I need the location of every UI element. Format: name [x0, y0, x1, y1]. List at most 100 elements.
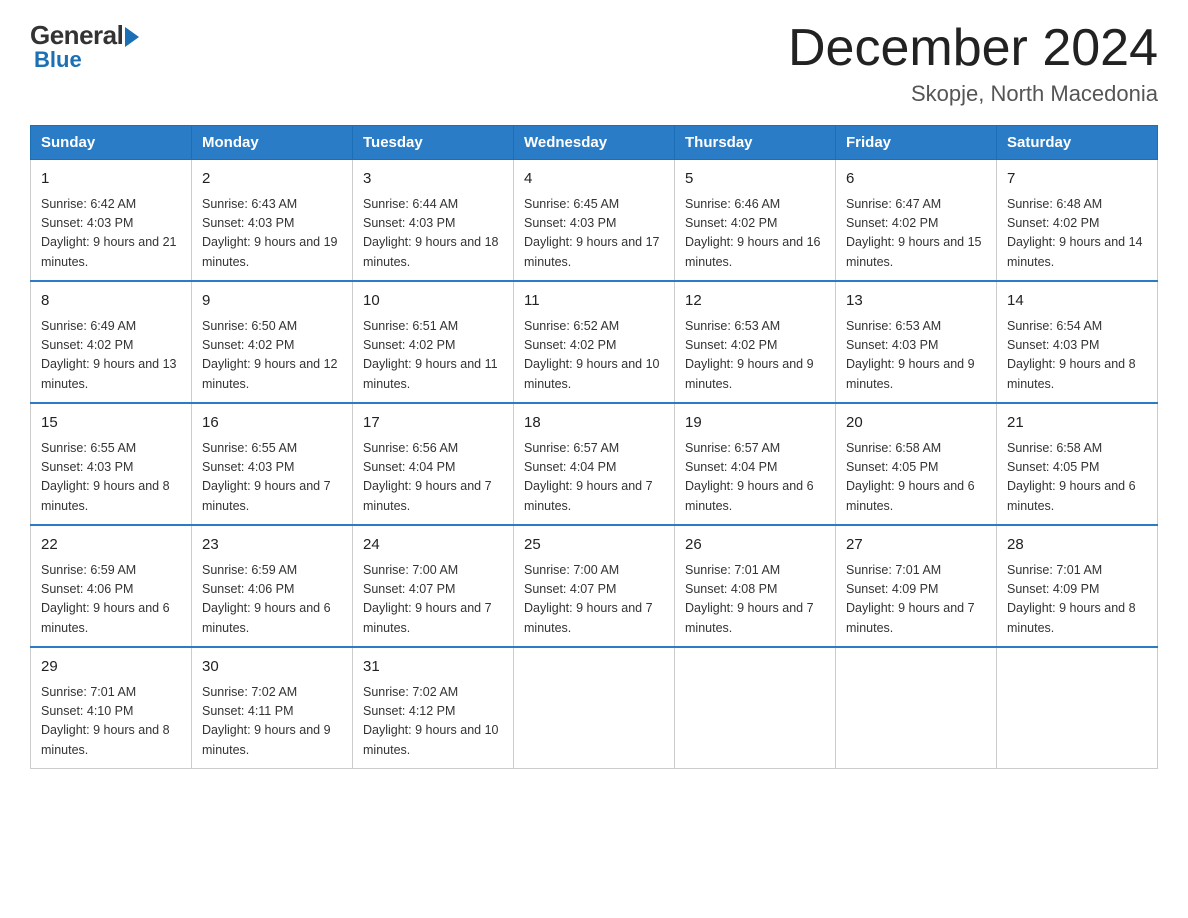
day-cell: 9 Sunrise: 6:50 AMSunset: 4:02 PMDaylight…	[192, 281, 353, 403]
day-info: Sunrise: 6:44 AMSunset: 4:03 PMDaylight:…	[363, 195, 503, 273]
day-number: 8	[41, 290, 181, 313]
day-info: Sunrise: 6:55 AMSunset: 4:03 PMDaylight:…	[41, 439, 181, 517]
day-number: 16	[202, 412, 342, 435]
location: Skopje, North Macedonia	[788, 81, 1158, 107]
week-row-5: 29Sunrise: 7:01 AMSunset: 4:10 PMDayligh…	[31, 647, 1158, 769]
day-cell: 14 Sunrise: 6:54 AMSunset: 4:03 PMDayligh…	[997, 281, 1158, 403]
calendar-header: SundayMondayTuesdayWednesdayThursdayFrid…	[31, 126, 1158, 160]
day-number: 18	[524, 412, 664, 435]
day-cell: 6 Sunrise: 6:47 AMSunset: 4:02 PMDaylight…	[836, 160, 997, 282]
day-cell: 24 Sunrise: 7:00 AMSunset: 4:07 PMDayligh…	[353, 525, 514, 647]
day-info: Sunrise: 6:43 AMSunset: 4:03 PMDaylight:…	[202, 195, 342, 273]
header-cell-thursday: Thursday	[675, 126, 836, 160]
month-title: December 2024	[788, 20, 1158, 77]
day-cell	[997, 647, 1158, 769]
day-cell	[675, 647, 836, 769]
day-cell	[836, 647, 997, 769]
day-info: Sunrise: 7:00 AMSunset: 4:07 PMDaylight:…	[363, 561, 503, 639]
day-number: 1	[41, 168, 181, 191]
day-number: 5	[685, 168, 825, 191]
day-cell: 8 Sunrise: 6:49 AMSunset: 4:02 PMDaylight…	[31, 281, 192, 403]
day-number: 24	[363, 534, 503, 557]
day-number: 6	[846, 168, 986, 191]
day-number: 27	[846, 534, 986, 557]
day-number: 11	[524, 290, 664, 313]
day-number: 14	[1007, 290, 1147, 313]
day-cell: 30 Sunrise: 7:02 AMSunset: 4:11 PMDayligh…	[192, 647, 353, 769]
day-info: Sunrise: 7:02 AMSunset: 4:11 PMDaylight:…	[202, 683, 342, 761]
day-cell: 18 Sunrise: 6:57 AMSunset: 4:04 PMDayligh…	[514, 403, 675, 525]
week-row-4: 22Sunrise: 6:59 AMSunset: 4:06 PMDayligh…	[31, 525, 1158, 647]
day-number: 26	[685, 534, 825, 557]
day-cell: 3Sunrise: 6:44 AMSunset: 4:03 PMDaylight…	[353, 160, 514, 282]
day-cell: 16 Sunrise: 6:55 AMSunset: 4:03 PMDayligh…	[192, 403, 353, 525]
day-info: Sunrise: 6:53 AMSunset: 4:03 PMDaylight:…	[846, 317, 986, 395]
day-cell: 4 Sunrise: 6:45 AMSunset: 4:03 PMDaylight…	[514, 160, 675, 282]
day-number: 28	[1007, 534, 1147, 557]
day-cell: 10Sunrise: 6:51 AMSunset: 4:02 PMDayligh…	[353, 281, 514, 403]
header-cell-friday: Friday	[836, 126, 997, 160]
day-cell: 29Sunrise: 7:01 AMSunset: 4:10 PMDayligh…	[31, 647, 192, 769]
header-cell-monday: Monday	[192, 126, 353, 160]
day-cell: 21 Sunrise: 6:58 AMSunset: 4:05 PMDayligh…	[997, 403, 1158, 525]
day-info: Sunrise: 6:53 AMSunset: 4:02 PMDaylight:…	[685, 317, 825, 395]
day-info: Sunrise: 7:01 AMSunset: 4:10 PMDaylight:…	[41, 683, 181, 761]
day-cell: 19Sunrise: 6:57 AMSunset: 4:04 PMDayligh…	[675, 403, 836, 525]
day-number: 7	[1007, 168, 1147, 191]
day-number: 23	[202, 534, 342, 557]
day-number: 12	[685, 290, 825, 313]
day-info: Sunrise: 6:50 AMSunset: 4:02 PMDaylight:…	[202, 317, 342, 395]
day-number: 10	[363, 290, 503, 313]
header-cell-saturday: Saturday	[997, 126, 1158, 160]
day-info: Sunrise: 6:45 AMSunset: 4:03 PMDaylight:…	[524, 195, 664, 273]
day-cell: 2 Sunrise: 6:43 AMSunset: 4:03 PMDaylight…	[192, 160, 353, 282]
header: General Blue December 2024 Skopje, North…	[30, 20, 1158, 107]
logo-arrow-icon	[125, 27, 139, 47]
day-info: Sunrise: 7:00 AMSunset: 4:07 PMDaylight:…	[524, 561, 664, 639]
day-info: Sunrise: 6:55 AMSunset: 4:03 PMDaylight:…	[202, 439, 342, 517]
logo-blue-text: Blue	[34, 47, 82, 73]
day-info: Sunrise: 6:59 AMSunset: 4:06 PMDaylight:…	[202, 561, 342, 639]
day-cell: 28 Sunrise: 7:01 AMSunset: 4:09 PMDayligh…	[997, 525, 1158, 647]
day-cell: 26 Sunrise: 7:01 AMSunset: 4:08 PMDayligh…	[675, 525, 836, 647]
day-info: Sunrise: 6:54 AMSunset: 4:03 PMDaylight:…	[1007, 317, 1147, 395]
day-cell: 11 Sunrise: 6:52 AMSunset: 4:02 PMDayligh…	[514, 281, 675, 403]
day-cell: 25 Sunrise: 7:00 AMSunset: 4:07 PMDayligh…	[514, 525, 675, 647]
day-number: 30	[202, 656, 342, 679]
header-cell-sunday: Sunday	[31, 126, 192, 160]
day-cell: 20Sunrise: 6:58 AMSunset: 4:05 PMDayligh…	[836, 403, 997, 525]
day-info: Sunrise: 6:47 AMSunset: 4:02 PMDaylight:…	[846, 195, 986, 273]
day-number: 13	[846, 290, 986, 313]
day-number: 4	[524, 168, 664, 191]
day-info: Sunrise: 6:56 AMSunset: 4:04 PMDaylight:…	[363, 439, 503, 517]
day-info: Sunrise: 6:49 AMSunset: 4:02 PMDaylight:…	[41, 317, 181, 395]
day-cell: 22Sunrise: 6:59 AMSunset: 4:06 PMDayligh…	[31, 525, 192, 647]
day-number: 17	[363, 412, 503, 435]
day-number: 21	[1007, 412, 1147, 435]
day-number: 31	[363, 656, 503, 679]
calendar-body: 1Sunrise: 6:42 AMSunset: 4:03 PMDaylight…	[31, 160, 1158, 769]
day-number: 25	[524, 534, 664, 557]
day-number: 9	[202, 290, 342, 313]
day-info: Sunrise: 6:48 AMSunset: 4:02 PMDaylight:…	[1007, 195, 1147, 273]
day-info: Sunrise: 6:59 AMSunset: 4:06 PMDaylight:…	[41, 561, 181, 639]
day-number: 2	[202, 168, 342, 191]
day-cell: 12 Sunrise: 6:53 AMSunset: 4:02 PMDayligh…	[675, 281, 836, 403]
day-info: Sunrise: 6:58 AMSunset: 4:05 PMDaylight:…	[846, 439, 986, 517]
week-row-1: 1Sunrise: 6:42 AMSunset: 4:03 PMDaylight…	[31, 160, 1158, 282]
day-info: Sunrise: 6:52 AMSunset: 4:02 PMDaylight:…	[524, 317, 664, 395]
day-info: Sunrise: 7:02 AMSunset: 4:12 PMDaylight:…	[363, 683, 503, 761]
day-info: Sunrise: 6:58 AMSunset: 4:05 PMDaylight:…	[1007, 439, 1147, 517]
day-info: Sunrise: 6:57 AMSunset: 4:04 PMDaylight:…	[685, 439, 825, 517]
header-row: SundayMondayTuesdayWednesdayThursdayFrid…	[31, 126, 1158, 160]
day-cell: 7 Sunrise: 6:48 AMSunset: 4:02 PMDaylight…	[997, 160, 1158, 282]
header-cell-wednesday: Wednesday	[514, 126, 675, 160]
day-info: Sunrise: 7:01 AMSunset: 4:08 PMDaylight:…	[685, 561, 825, 639]
day-cell: 27Sunrise: 7:01 AMSunset: 4:09 PMDayligh…	[836, 525, 997, 647]
day-info: Sunrise: 6:57 AMSunset: 4:04 PMDaylight:…	[524, 439, 664, 517]
day-cell	[514, 647, 675, 769]
day-info: Sunrise: 7:01 AMSunset: 4:09 PMDaylight:…	[1007, 561, 1147, 639]
day-number: 15	[41, 412, 181, 435]
page: General Blue December 2024 Skopje, North…	[0, 0, 1188, 799]
day-cell: 5Sunrise: 6:46 AMSunset: 4:02 PMDaylight…	[675, 160, 836, 282]
